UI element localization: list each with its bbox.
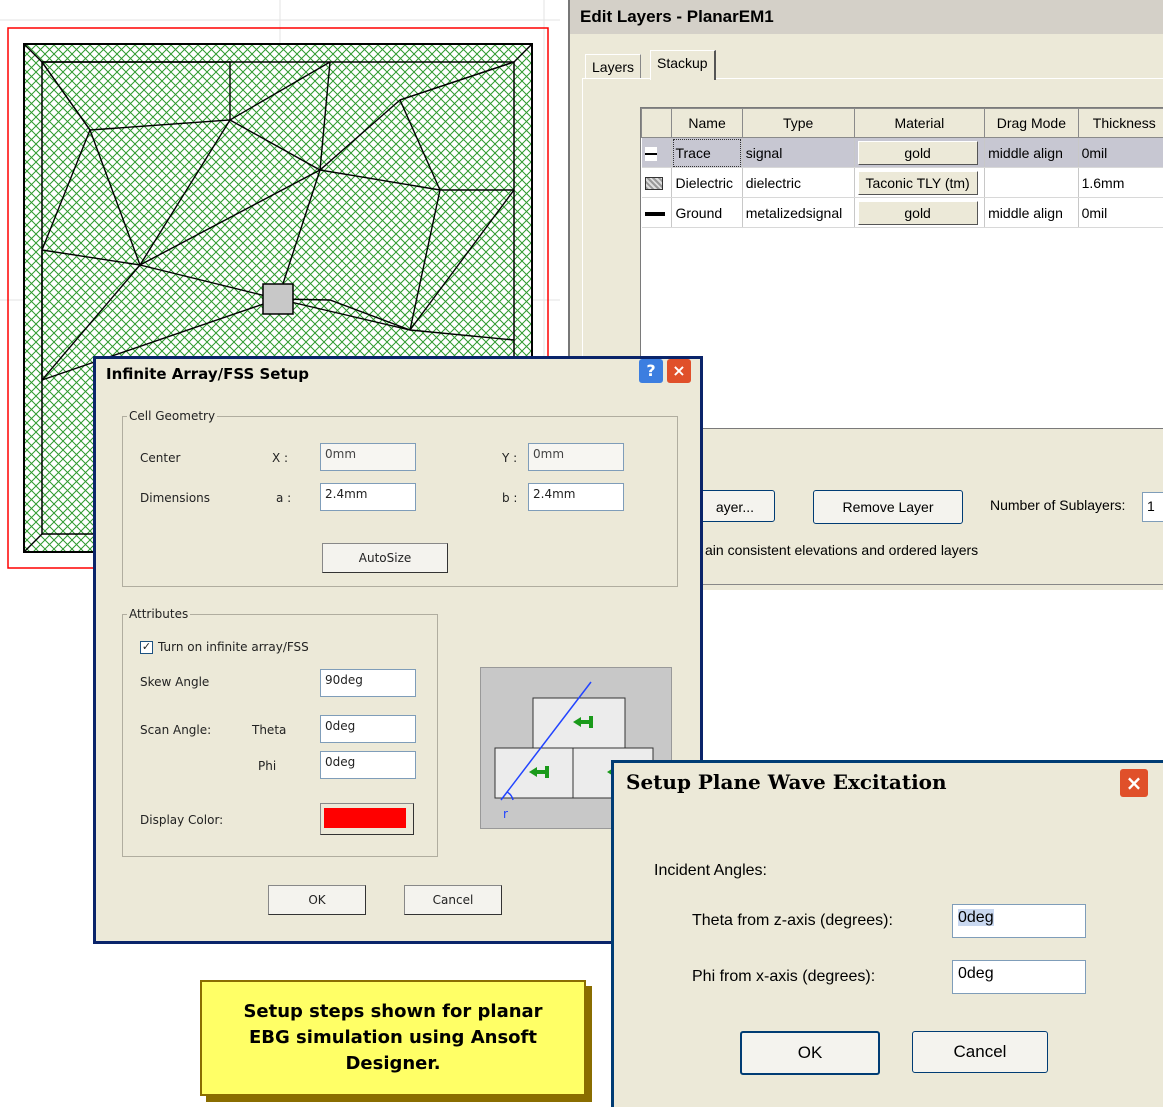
layer-drag-mode[interactable]: middle align (984, 137, 1079, 168)
dimension-a-field[interactable]: 2.4mm (320, 483, 416, 511)
display-color-button[interactable] (320, 803, 414, 835)
group-label: Cell Geometry (129, 409, 216, 423)
layer-type[interactable]: signal (742, 137, 855, 168)
layer-thickness[interactable]: 0mil (1078, 137, 1163, 168)
dialog-body: Cell Geometry Center X : 0mm Y : 0mm Dim… (96, 389, 700, 941)
dimensions-label: Dimensions (140, 491, 211, 505)
theta-from-z-field[interactable]: 0deg (952, 904, 1086, 938)
cancel-button[interactable]: Cancel (404, 885, 502, 915)
column-header-name[interactable]: Name (671, 108, 743, 138)
sublayers-label: Number of Sublayers: (990, 497, 1126, 513)
material-button[interactable]: gold (857, 140, 978, 165)
x-label: X : (272, 451, 289, 465)
a-label: a : (276, 491, 292, 505)
layer-thickness[interactable]: 0mil (1078, 197, 1163, 228)
tab-layers[interactable]: Layers (585, 54, 642, 79)
color-swatch (324, 808, 406, 828)
column-header-material[interactable]: Material (853, 108, 986, 138)
table-row[interactable]: Ground metalizedsignal gold middle align… (641, 197, 1163, 228)
unit-cell (262, 283, 294, 315)
turn-on-checkbox[interactable]: ✓ (140, 641, 153, 654)
column-header-drag-mode[interactable]: Drag Mode (984, 108, 1079, 138)
close-icon[interactable]: × (1120, 769, 1148, 797)
layer-thickness[interactable]: 1.6mm (1078, 167, 1163, 198)
phi-label: Phi (258, 759, 277, 773)
sublayers-input[interactable]: 1 (1142, 492, 1163, 522)
skew-angle-label: Skew Angle (140, 675, 210, 689)
column-header-swatch (640, 108, 673, 138)
dialog-title: Infinite Array/FSS Setup (96, 359, 700, 389)
material-button[interactable]: gold (857, 200, 978, 225)
phi-from-x-field[interactable]: 0deg (952, 960, 1086, 994)
center-y-field[interactable]: 0mm (528, 443, 624, 471)
layer-type[interactable]: dielectric (742, 167, 855, 198)
table-row[interactable]: Trace signal gold middle align 0mil (641, 137, 1163, 168)
layer-name[interactable]: Trace (671, 137, 743, 168)
phi-field[interactable]: 0deg (320, 751, 416, 779)
theta-value: 0deg (958, 909, 994, 926)
layer-drag-mode[interactable] (984, 167, 1079, 198)
theta-label: Theta (252, 723, 287, 737)
material-button[interactable]: Taconic TLY (tm) (857, 170, 978, 195)
layer-swatch-icon (641, 197, 673, 228)
autosize-button[interactable]: AutoSize (322, 543, 448, 573)
theta-label: Theta from z-axis (degrees): (692, 912, 893, 929)
ok-button[interactable]: OK (740, 1031, 880, 1075)
table-header: Name Type Material Drag Mode Thickness (640, 108, 1163, 138)
caption-text: Setup steps shown for planar EBG simulat… (243, 1001, 543, 1074)
layer-swatch-icon (641, 137, 673, 168)
caption-note: Setup steps shown for planar EBG simulat… (200, 980, 586, 1096)
cancel-button[interactable]: Cancel (912, 1031, 1048, 1073)
center-x-field[interactable]: 0mm (320, 443, 416, 471)
turn-on-label: Turn on infinite array/FSS (158, 640, 309, 654)
layer-swatch-icon (641, 167, 673, 198)
ok-button[interactable]: OK (268, 885, 366, 915)
layer-drag-mode[interactable]: middle align (984, 197, 1079, 228)
center-label: Center (140, 451, 181, 465)
layer-type[interactable]: metalizedsignal (742, 197, 855, 228)
skew-angle-field[interactable]: 90deg (320, 669, 416, 697)
dimension-b-field[interactable]: 2.4mm (528, 483, 624, 511)
layer-name[interactable]: Ground (671, 197, 743, 228)
remove-layer-button[interactable]: Remove Layer (813, 490, 963, 524)
stackup-table: Name Type Material Drag Mode Thickness T… (640, 107, 1163, 429)
theta-field[interactable]: 0deg (320, 715, 416, 743)
close-icon[interactable]: × (667, 359, 691, 383)
plane-wave-title: Setup Plane Wave Excitation (614, 763, 1163, 801)
scan-angle-label: Scan Angle: (140, 723, 212, 737)
consistent-elevations-label: ain consistent elevations and ordered la… (705, 542, 979, 558)
display-color-label: Display Color: (140, 813, 224, 827)
table-row[interactable]: Dielectric dielectric Taconic TLY (tm) 1… (641, 167, 1163, 198)
svg-text:r: r (503, 807, 508, 821)
help-icon[interactable]: ? (639, 359, 663, 383)
group-label: Attributes (129, 607, 189, 621)
incident-angles-label: Incident Angles: (654, 862, 767, 879)
plane-wave-dialog: Setup Plane Wave Excitation × Incident A… (611, 760, 1163, 1107)
y-label: Y : (502, 451, 518, 465)
edit-layers-title: Edit Layers - PlanarEM1 (570, 0, 1163, 34)
phi-label: Phi from x-axis (degrees): (692, 968, 876, 985)
column-header-thickness[interactable]: Thickness (1077, 108, 1163, 138)
column-header-type[interactable]: Type (741, 108, 855, 138)
layer-name[interactable]: Dielectric (671, 167, 743, 198)
b-label: b : (502, 491, 518, 505)
tab-stackup[interactable]: Stackup (650, 50, 716, 80)
